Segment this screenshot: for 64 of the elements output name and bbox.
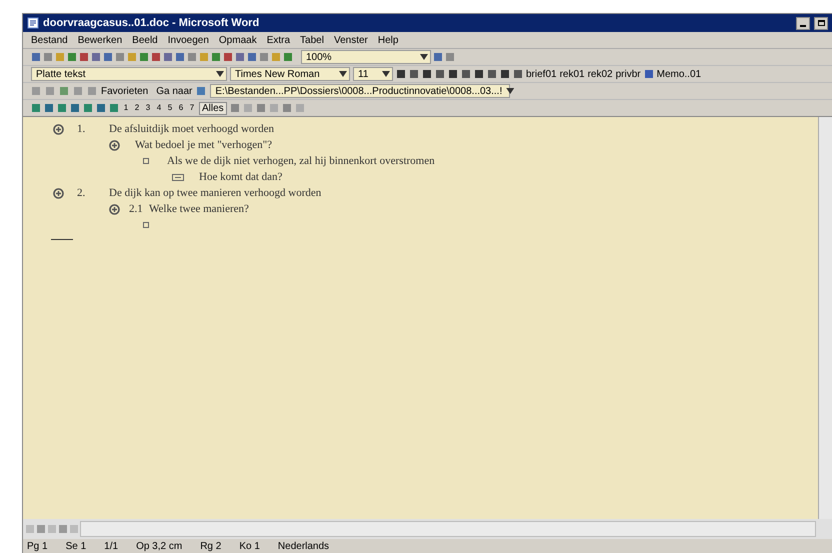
collapse-symbol-icon[interactable] xyxy=(172,174,184,180)
status-bar-field: Rg 2 xyxy=(200,539,222,553)
outline-level-button[interactable]: 4 xyxy=(155,102,163,114)
outline-level-button[interactable]: 5 xyxy=(166,102,174,114)
menu-item[interactable]: Beeld xyxy=(132,32,158,48)
outline-level-button[interactable]: 7 xyxy=(188,102,196,114)
minimize-button[interactable] xyxy=(796,16,810,30)
expand-symbol-icon[interactable] xyxy=(52,188,64,198)
outline-heading: Hoe komt dat dan? xyxy=(199,170,282,185)
font-size-dropdown[interactable]: 11 xyxy=(353,67,393,81)
font-dropdown[interactable]: Times New Roman xyxy=(230,67,350,81)
end-of-document-mark xyxy=(51,239,73,240)
memo-button[interactable]: Memo..01 xyxy=(656,66,702,82)
outline-heading: Als we de dijk niet verhogen, zal hij binnenkort overstromen xyxy=(167,154,435,169)
horizontal-scrollbar[interactable] xyxy=(80,521,816,537)
outline-level-button[interactable]: 2 xyxy=(133,102,141,114)
favorites-menu[interactable]: Favorieten xyxy=(101,84,148,98)
goto-menu[interactable]: Ga naar xyxy=(156,84,192,98)
toolbar-icon[interactable] xyxy=(644,69,654,79)
status-bar-field: Op 3,2 cm xyxy=(136,539,182,553)
dropdown-caret-icon xyxy=(339,71,347,77)
outline-number: 2.1 xyxy=(128,202,144,217)
dropdown-caret-icon xyxy=(506,88,514,94)
status-bar-field: 1/1 xyxy=(104,539,118,553)
restore-button[interactable] xyxy=(814,16,828,30)
dropdown-caret-icon xyxy=(382,71,390,77)
outline-level-button[interactable]: 3 xyxy=(144,102,152,114)
document-icon xyxy=(27,17,39,29)
bullet-symbol-icon[interactable] xyxy=(143,222,149,228)
macro-button[interactable]: brief01 xyxy=(526,66,557,82)
outline-number: 2. xyxy=(76,186,86,201)
menu-item[interactable]: Help xyxy=(378,32,398,48)
menu-item[interactable]: Bewerken xyxy=(78,32,122,48)
status-bar-field: Nederlands xyxy=(278,539,330,553)
dropdown-caret-icon xyxy=(216,71,224,77)
dropdown-caret-icon xyxy=(420,54,428,60)
style-dropdown[interactable]: Platte tekst xyxy=(31,67,227,81)
outline-heading: De afsluitdijk moet verhoogd worden xyxy=(109,122,274,137)
menu-item[interactable]: Extra xyxy=(266,32,290,48)
status-bar-field: Se 1 xyxy=(66,539,86,553)
outline-heading: De dijk kan op twee manieren verhoogd worden xyxy=(109,186,322,201)
menu-item[interactable]: Invoegen xyxy=(168,32,209,48)
menu-item[interactable]: Bestand xyxy=(31,32,68,48)
bullet-symbol-icon[interactable] xyxy=(143,158,149,164)
status-bar-field: Pg 1 xyxy=(27,539,48,553)
outline-heading: Wat bedoel je met "verhogen"? xyxy=(135,138,272,153)
outline-level-button[interactable]: 6 xyxy=(177,102,185,114)
show-all-button[interactable]: Alles xyxy=(199,102,227,114)
outline-number: 1. xyxy=(76,122,86,137)
status-bar-field: Ko 1 xyxy=(239,539,260,553)
expand-symbol-icon[interactable] xyxy=(108,140,120,150)
zoom-dropdown[interactable]: 100% xyxy=(301,50,431,64)
outline-heading: Welke twee manieren? xyxy=(149,202,249,217)
outline-level-button[interactable]: 1 xyxy=(122,102,130,114)
window-title: doorvraagcasus..01.doc - Microsoft Word xyxy=(43,16,260,31)
macro-button[interactable]: rek02 xyxy=(588,66,613,82)
menu-item[interactable]: Opmaak xyxy=(218,32,257,48)
macro-button[interactable]: rek01 xyxy=(560,66,585,82)
menu-item[interactable]: Tabel xyxy=(300,32,324,48)
macro-button[interactable]: privbr xyxy=(616,66,641,82)
vertical-scrollbar[interactable] xyxy=(818,117,832,519)
menu-item[interactable]: Venster xyxy=(334,32,368,48)
expand-symbol-icon[interactable] xyxy=(52,124,64,134)
expand-symbol-icon[interactable] xyxy=(108,204,120,214)
